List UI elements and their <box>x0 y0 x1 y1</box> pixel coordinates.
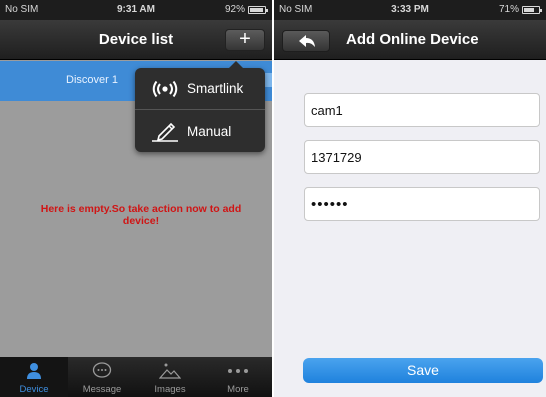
more-icon <box>204 361 272 381</box>
discover-text: Discover 1 <box>66 74 118 86</box>
tab-images[interactable]: Images <box>136 357 204 397</box>
image-icon <box>136 361 204 381</box>
add-device-popup: Smartlink Manual <box>135 61 265 152</box>
discover-edge <box>264 73 272 87</box>
battery-percent: 71% <box>498 4 519 15</box>
empty-message: Here is empty.So take action now to add … <box>40 203 242 227</box>
menu-item-manual[interactable]: Manual <box>135 110 265 152</box>
tab-more[interactable]: More <box>204 357 272 397</box>
password-field[interactable]: •••••• <box>304 187 540 221</box>
status-bar: No SIM 9:31 AM 92% <box>0 0 272 20</box>
add-online-device-screen: No SIM 3:33 PM 71% Add Online Device cam… <box>274 0 546 397</box>
battery-icon <box>522 5 542 14</box>
battery-indicator: 71% <box>498 4 542 15</box>
person-icon <box>0 361 68 381</box>
add-device-button[interactable]: + <box>225 29 265 51</box>
tab-device[interactable]: Device <box>0 357 68 397</box>
tab-label: Device <box>19 384 49 395</box>
tab-message[interactable]: Message <box>68 357 136 397</box>
back-button[interactable] <box>282 30 330 52</box>
tab-label: More <box>227 384 249 395</box>
chat-icon <box>68 361 136 381</box>
back-arrow-icon <box>299 35 315 47</box>
battery-indicator: 92% <box>224 4 268 15</box>
save-button[interactable]: Save <box>303 358 543 383</box>
screenshot-pair: No SIM 9:31 AM 92% Device list + Discove… <box>0 0 546 397</box>
wifi-broadcast-icon <box>147 80 183 98</box>
tab-label: Images <box>154 384 186 395</box>
menu-item-label: Smartlink <box>187 81 244 96</box>
menu-item-label: Manual <box>187 123 232 139</box>
battery-icon <box>248 5 268 14</box>
status-bar: No SIM 3:33 PM 71% <box>274 0 546 20</box>
tab-label: Message <box>82 384 122 395</box>
pencil-icon <box>147 120 183 142</box>
menu-item-smartlink[interactable]: Smartlink <box>135 68 265 110</box>
battery-percent: 92% <box>224 4 245 15</box>
device-list-screen: No SIM 9:31 AM 92% Device list + Discove… <box>0 0 272 397</box>
nav-bar: Device list + <box>0 20 272 60</box>
tab-bar: Device Message Images More <box>0 357 272 397</box>
nav-bar: Add Online Device <box>274 20 546 60</box>
page-title: Add Online Device <box>346 31 479 48</box>
device-id-field[interactable]: 1371729 <box>304 140 540 174</box>
device-name-field[interactable]: cam1 <box>304 93 540 127</box>
